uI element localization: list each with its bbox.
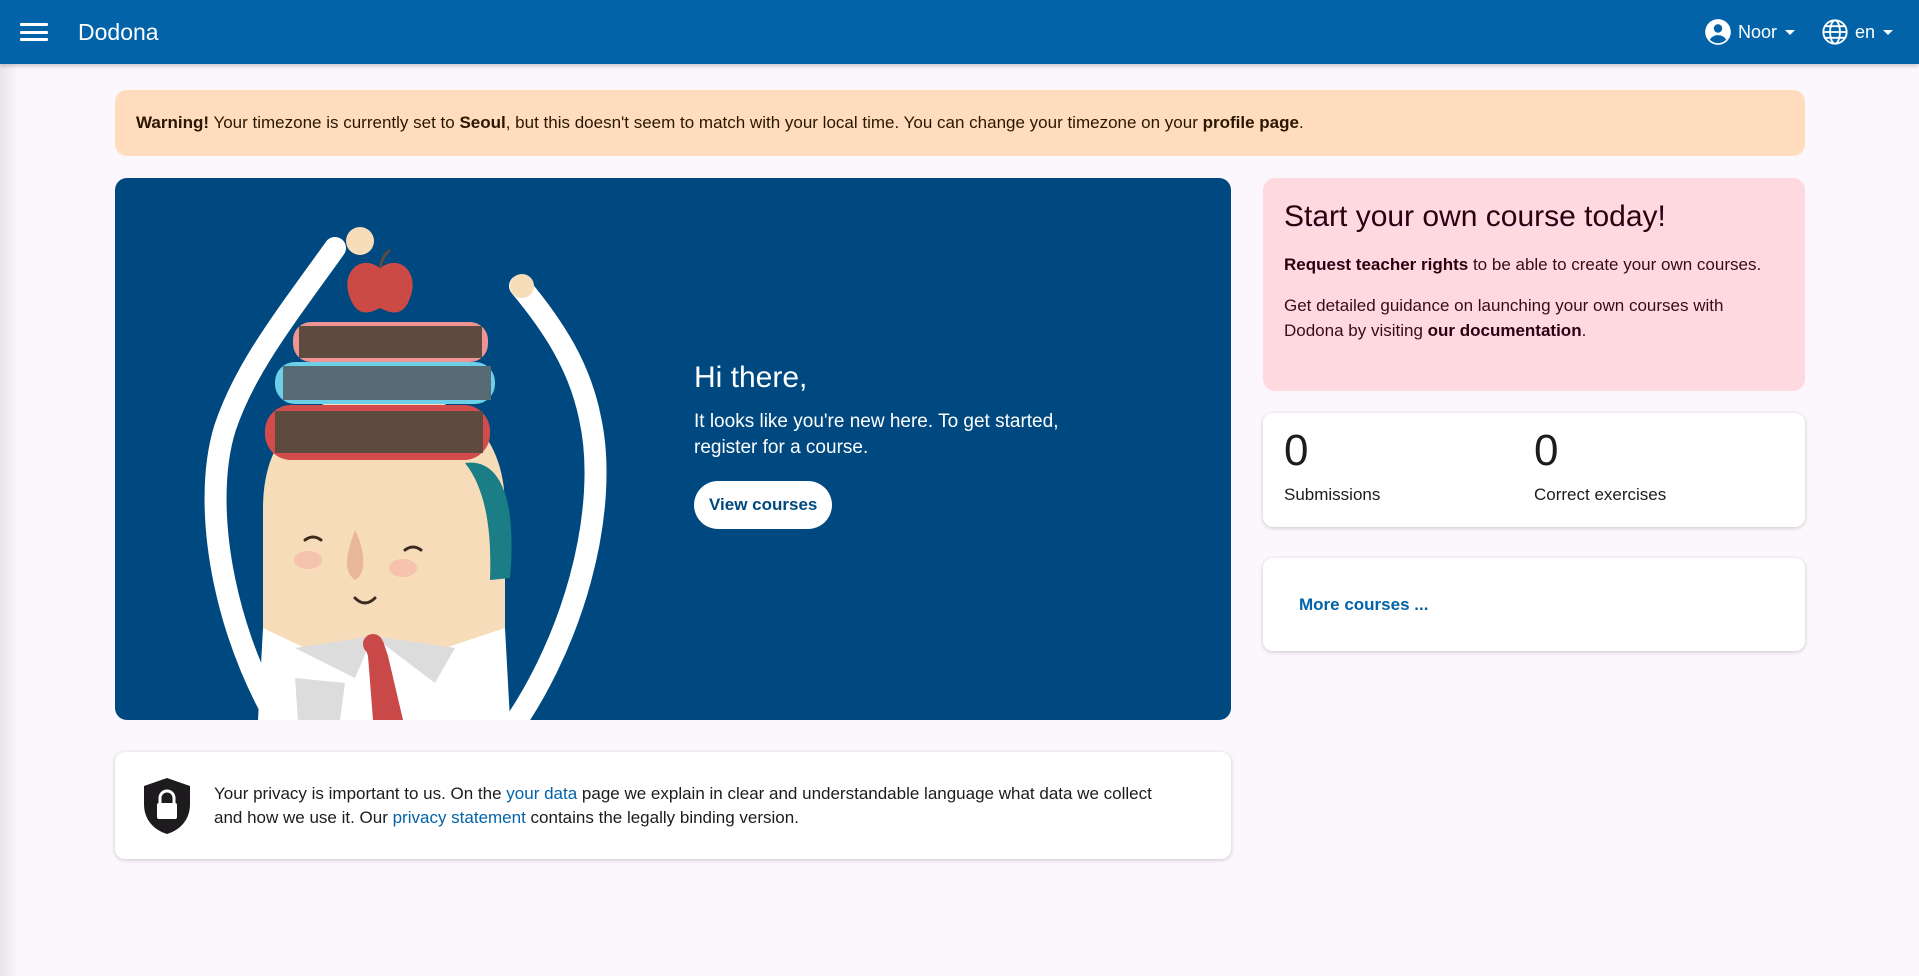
- warning-text-2: , but this doesn't seem to match with yo…: [505, 113, 1203, 132]
- stats-card: 0 Submissions 0 Correct exercises: [1263, 413, 1805, 527]
- stat-value: 0: [1284, 426, 1309, 475]
- stat-correct-exercises: 0 Correct exercises: [1534, 427, 1784, 513]
- teacher-rights-text: to be able to create your own courses.: [1468, 255, 1762, 274]
- welcome-hero: Hi there, It looks like you're new here.…: [115, 178, 1231, 720]
- shield-lock-icon: [144, 777, 190, 834]
- user-name: Noor: [1737, 21, 1777, 42]
- stat-value: 0: [1534, 426, 1559, 475]
- more-courses-link[interactable]: More courses ...: [1299, 595, 1428, 615]
- warning-text-1: Your timezone is currently set to: [209, 113, 460, 132]
- globe-icon: [1822, 19, 1848, 45]
- teacher-card-title: Start your own course today!: [1284, 200, 1666, 233]
- language-menu[interactable]: en: [1821, 18, 1893, 46]
- privacy-text-3: contains the legally binding version.: [525, 807, 799, 827]
- top-app-bar: Dodona Noor en: [0, 0, 1919, 64]
- stat-label: Submissions: [1284, 485, 1381, 504]
- warning-text-3: .: [1298, 113, 1304, 132]
- teacher-promo-card: Start your own course today! Request tea…: [1263, 178, 1805, 391]
- language-code: en: [1854, 21, 1875, 42]
- documentation-end: .: [1581, 321, 1587, 340]
- student-illustration: [204, 227, 607, 720]
- chevron-down-icon: [1784, 29, 1795, 35]
- your-data-link[interactable]: your data: [506, 784, 577, 803]
- user-menu[interactable]: Noor: [1704, 18, 1795, 46]
- teacher-rights-paragraph: Request teacher rights to be able to cre…: [1284, 252, 1784, 277]
- warning-timezone: Seoul: [459, 113, 506, 132]
- hero-subtitle: It looks like you're new here. To get st…: [694, 411, 1059, 458]
- privacy-text-1: Your privacy is important to us. On the: [214, 783, 507, 803]
- menu-icon[interactable]: [20, 21, 48, 43]
- account-circle-icon: [1705, 19, 1731, 45]
- view-courses-button[interactable]: View courses: [694, 481, 833, 529]
- request-teacher-rights-link[interactable]: Request teacher rights: [1284, 255, 1468, 274]
- timezone-warning: Warning! Your timezone is currently set …: [115, 90, 1805, 156]
- warning-label: Warning!: [136, 113, 210, 132]
- documentation-link[interactable]: our documentation: [1428, 321, 1582, 340]
- hero-title: Hi there,: [694, 361, 808, 394]
- left-edge-shade: [0, 64, 18, 976]
- privacy-card: Your privacy is important to us. On the …: [115, 752, 1231, 859]
- more-courses-card: More courses ...: [1263, 558, 1805, 651]
- chevron-down-icon: [1883, 29, 1893, 35]
- brand-title[interactable]: Dodona: [78, 19, 159, 46]
- stat-label: Correct exercises: [1534, 485, 1667, 504]
- privacy-statement-link[interactable]: privacy statement: [393, 808, 526, 827]
- profile-page-link[interactable]: profile page: [1203, 113, 1299, 132]
- privacy-text: Your privacy is important to us. On the …: [214, 782, 1174, 830]
- stat-submissions: 0 Submissions: [1284, 427, 1534, 513]
- documentation-paragraph: Get detailed guidance on launching your …: [1284, 293, 1784, 343]
